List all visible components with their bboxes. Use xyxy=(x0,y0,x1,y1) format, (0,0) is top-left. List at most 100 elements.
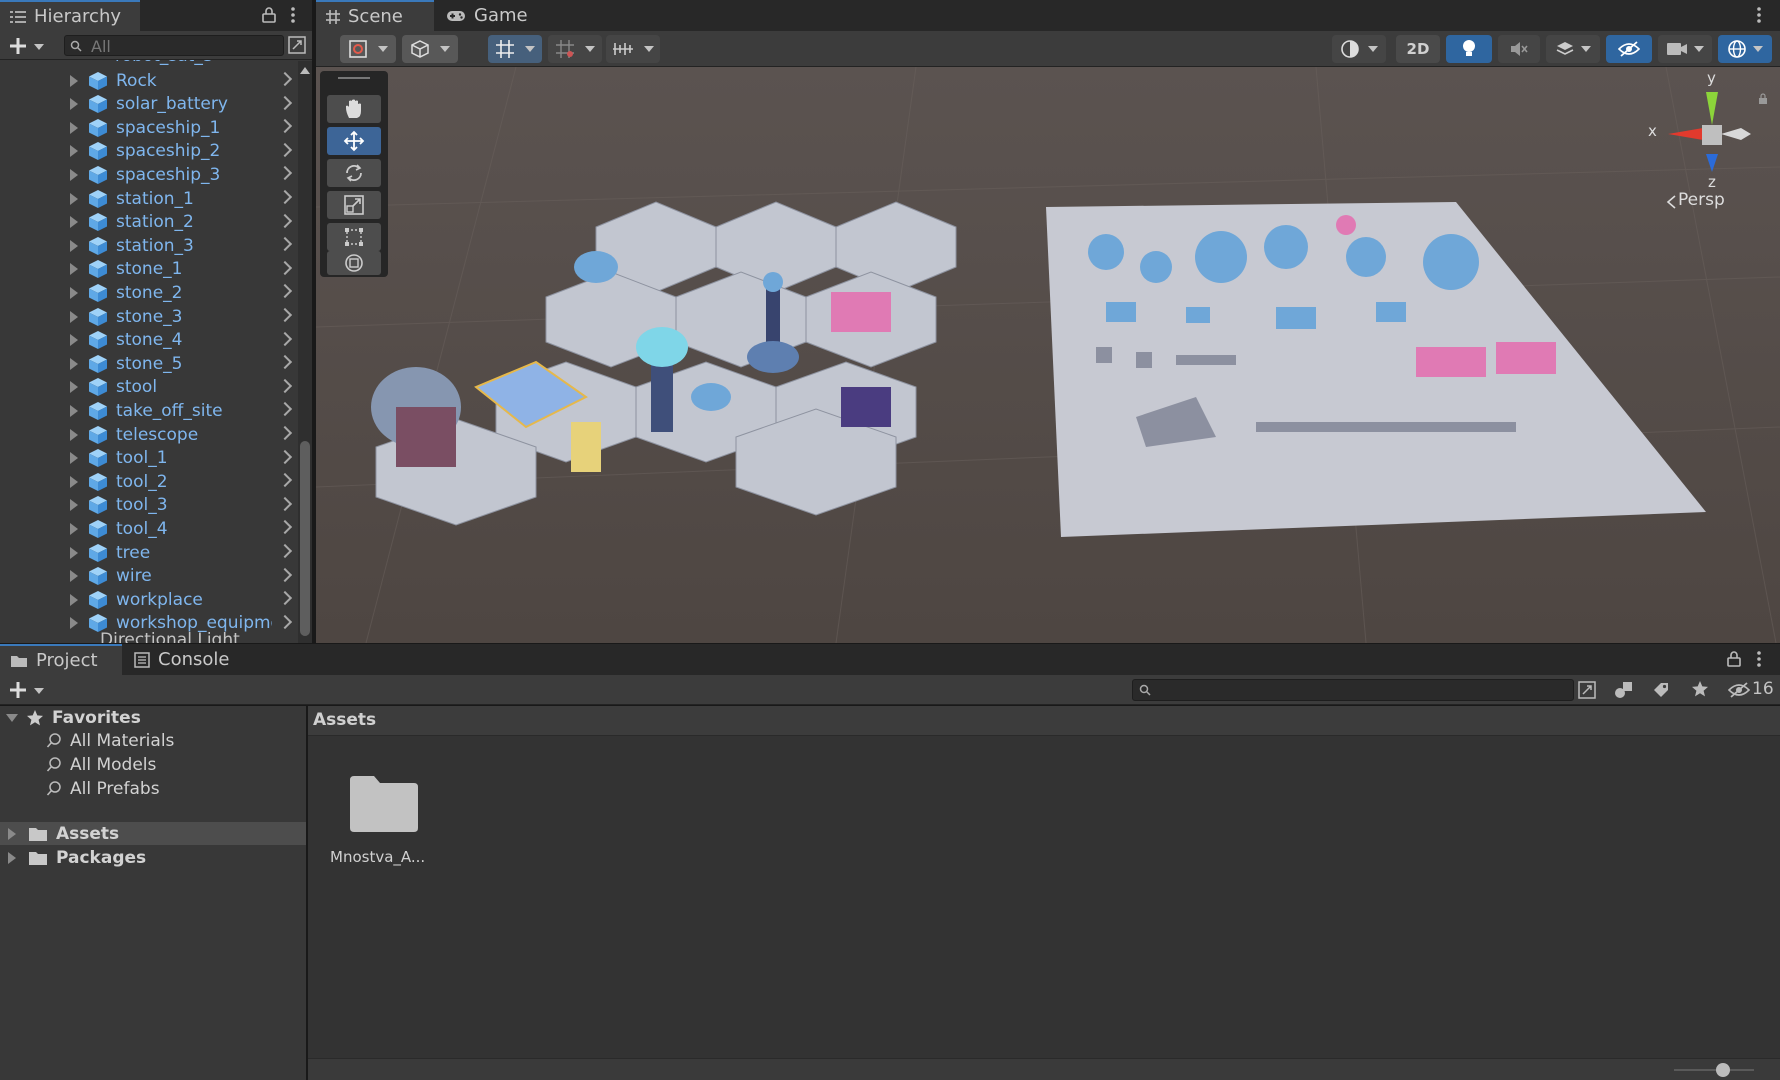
expand-arrow[interactable] xyxy=(70,216,78,229)
tab-game[interactable]: Game xyxy=(436,0,546,31)
expand-arrow[interactable] xyxy=(70,381,78,394)
chevron-right-icon[interactable] xyxy=(277,614,293,629)
hierarchy-item[interactable]: telescope xyxy=(70,423,293,446)
chevron-right-icon[interactable] xyxy=(277,213,293,228)
expand-arrow[interactable] xyxy=(70,239,78,252)
tab-console[interactable]: Console xyxy=(124,644,246,675)
hidden-packages-icon[interactable] xyxy=(1728,682,1750,698)
icon-size-slider-thumb[interactable] xyxy=(1716,1063,1730,1077)
expand-arrow[interactable] xyxy=(70,593,78,606)
hierarchy-item[interactable]: stone_4 xyxy=(70,329,293,352)
expand-arrow[interactable] xyxy=(70,192,78,205)
chevron-right-icon[interactable] xyxy=(277,425,293,441)
ruler-dropdown[interactable] xyxy=(606,35,660,63)
hierarchy-item[interactable]: tool_3 xyxy=(70,494,293,517)
expand-arrow[interactable] xyxy=(70,404,78,417)
chevron-right-icon[interactable] xyxy=(277,520,293,535)
filter-by-label-icon[interactable] xyxy=(1652,681,1670,699)
chevron-right-icon[interactable] xyxy=(277,402,293,417)
hidden-objects-toggle[interactable] xyxy=(1606,35,1652,63)
expand-arrow[interactable] xyxy=(8,851,16,864)
hierarchy-item[interactable]: spaceship_2 xyxy=(70,140,293,163)
chevron-right-icon[interactable] xyxy=(277,307,293,323)
project-add-dropdown-arrow[interactable] xyxy=(34,688,44,694)
expand-arrow[interactable] xyxy=(70,570,78,583)
chevron-right-icon[interactable] xyxy=(277,166,293,181)
chevron-right-icon[interactable] xyxy=(277,543,293,559)
expand-arrow[interactable] xyxy=(70,121,78,134)
camera-dropdown[interactable] xyxy=(1658,35,1712,63)
hierarchy-search-input[interactable]: All xyxy=(64,35,284,56)
hierarchy-item[interactable]: tree xyxy=(70,541,293,564)
icon-size-slider-track[interactable] xyxy=(1674,1069,1754,1071)
hierarchy-item[interactable]: tool_1 xyxy=(70,447,293,470)
scene-viewport[interactable]: y x z Persp xyxy=(316,67,1780,643)
assets-breadcrumb[interactable]: Assets xyxy=(313,710,376,730)
hierarchy-item[interactable]: stone_1 xyxy=(70,258,293,281)
hierarchy-item[interactable]: tool_4 xyxy=(70,517,293,540)
expand-arrow[interactable] xyxy=(70,286,78,299)
toggle-2d-button[interactable]: 2D xyxy=(1396,35,1440,63)
shading-dropdown[interactable] xyxy=(1332,35,1386,63)
chevron-right-icon[interactable] xyxy=(277,119,293,134)
hierarchy-item[interactable]: spaceship_1 xyxy=(70,116,293,139)
gizmo-lock-icon[interactable] xyxy=(1758,93,1768,105)
expand-arrow[interactable] xyxy=(70,74,78,87)
hierarchy-item[interactable]: spaceship_3 xyxy=(70,163,293,186)
favorite-all-materials[interactable]: All Materials xyxy=(46,729,174,752)
audio-toggle[interactable] xyxy=(1498,35,1540,63)
chevron-right-icon[interactable] xyxy=(277,71,293,87)
hand-tool-button[interactable] xyxy=(327,95,381,123)
hierarchy-item[interactable]: stone_2 xyxy=(70,281,293,304)
expand-arrow[interactable] xyxy=(70,334,78,347)
chevron-right-icon[interactable] xyxy=(277,449,293,464)
add-dropdown-arrow[interactable] xyxy=(34,44,44,50)
project-add-icon[interactable] xyxy=(9,681,27,699)
expand-arrow[interactable] xyxy=(70,98,78,111)
chevron-right-icon[interactable] xyxy=(277,284,293,299)
expand-arrow[interactable] xyxy=(70,522,78,535)
lock-icon[interactable] xyxy=(262,7,276,23)
orientation-gizmo[interactable]: y x z Persp xyxy=(1626,69,1776,210)
effects-dropdown[interactable] xyxy=(1546,35,1600,63)
tab-hierarchy[interactable]: Hierarchy xyxy=(0,0,140,31)
projection-label[interactable]: Persp xyxy=(1678,190,1725,210)
asset-folder-item[interactable]: Mnostva_A... xyxy=(328,766,428,876)
hierarchy-item[interactable]: stone_5 xyxy=(70,352,293,375)
scroll-up-arrow[interactable] xyxy=(300,67,310,74)
chevron-right-icon[interactable] xyxy=(277,142,293,157)
scrollbar-thumb[interactable] xyxy=(300,441,310,636)
filter-by-type-icon[interactable] xyxy=(1614,681,1634,699)
project-kebab-menu-icon[interactable] xyxy=(1756,650,1762,668)
hierarchy-item[interactable]: station_3 xyxy=(70,234,293,257)
favorite-all-prefabs[interactable]: All Prefabs xyxy=(46,777,160,800)
search-scope-icon[interactable] xyxy=(1578,681,1596,699)
packages-node[interactable]: Packages xyxy=(8,846,146,869)
increment-snap-dropdown[interactable] xyxy=(548,35,602,63)
scene-visibility-icon[interactable] xyxy=(288,36,306,54)
hierarchy-item[interactable]: take_off_site xyxy=(70,399,293,422)
add-icon[interactable] xyxy=(9,37,27,55)
hierarchy-scrollbar[interactable] xyxy=(298,61,312,662)
expand-arrow[interactable] xyxy=(70,357,78,370)
expand-arrow[interactable] xyxy=(70,452,78,465)
grid-snap-dropdown[interactable] xyxy=(488,35,542,63)
chevron-right-icon[interactable] xyxy=(277,567,293,582)
tab-project[interactable]: Project xyxy=(0,644,122,675)
hierarchy-item[interactable]: stool xyxy=(70,376,293,399)
chevron-right-icon[interactable] xyxy=(277,95,293,110)
hierarchy-item[interactable]: tool_2 xyxy=(70,470,293,493)
draw-mode-dropdown[interactable] xyxy=(340,35,396,63)
project-lock-icon[interactable] xyxy=(1727,651,1741,667)
chevron-right-icon[interactable] xyxy=(277,378,293,393)
render-mode-dropdown[interactable] xyxy=(402,35,458,63)
expand-arrow[interactable] xyxy=(70,617,78,630)
rect-tool-button[interactable] xyxy=(327,223,381,251)
transform-tool-button[interactable] xyxy=(327,251,381,275)
chevron-right-icon[interactable] xyxy=(277,189,293,205)
chevron-right-icon[interactable] xyxy=(277,331,293,346)
chevron-right-icon[interactable] xyxy=(277,237,293,252)
hierarchy-item[interactable]: solar_battery xyxy=(70,93,293,116)
expand-arrow[interactable] xyxy=(70,475,78,488)
project-search-input[interactable] xyxy=(1132,679,1574,701)
